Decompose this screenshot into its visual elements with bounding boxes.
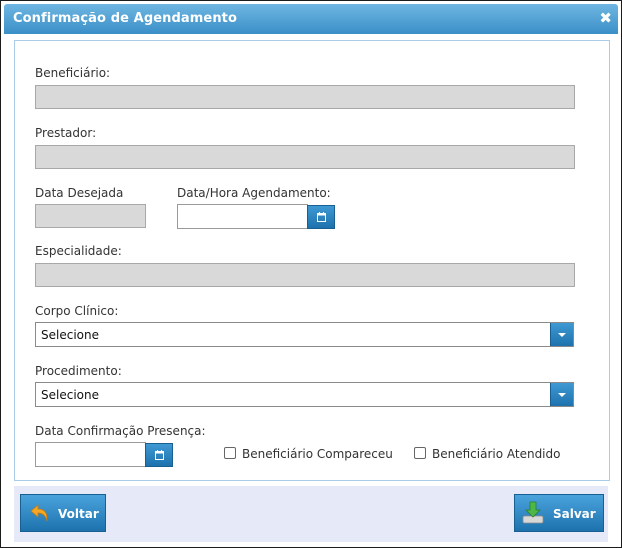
corpo-clinico-value: Selecione xyxy=(41,328,99,342)
corpo-clinico-label: Corpo Clínico: xyxy=(35,304,119,318)
beneficiario-field xyxy=(35,85,575,109)
chevron-down-icon[interactable] xyxy=(550,323,573,346)
confirmation-dialog: Confirmação de Agendamento ✖ Beneficiári… xyxy=(0,0,622,548)
salvar-button[interactable]: Salvar xyxy=(514,494,604,532)
data-hora-input[interactable] xyxy=(177,204,308,229)
data-hora-calendar-button[interactable] xyxy=(307,205,335,229)
data-confirmacao-label: Data Confirmação Presença: xyxy=(35,424,206,438)
voltar-button[interactable]: Voltar xyxy=(20,494,106,532)
compareceu-checkbox[interactable] xyxy=(224,447,236,459)
voltar-label: Voltar xyxy=(58,507,99,521)
close-icon[interactable]: ✖ xyxy=(599,9,612,27)
procedimento-label: Procedimento: xyxy=(35,364,122,378)
save-download-icon xyxy=(522,501,544,524)
corpo-clinico-select[interactable]: Selecione xyxy=(35,322,574,347)
data-hora-label: Data/Hora Agendamento: xyxy=(177,186,331,200)
prestador-label: Prestador: xyxy=(35,126,97,140)
calendar-icon xyxy=(155,450,164,460)
dialog-titlebar: Confirmação de Agendamento ✖ xyxy=(4,4,618,34)
compareceu-label: Beneficiário Compareceu xyxy=(242,447,393,461)
chevron-down-icon[interactable] xyxy=(550,383,573,406)
salvar-label: Salvar xyxy=(553,507,596,521)
atendido-checkbox[interactable] xyxy=(414,447,426,459)
back-arrow-icon xyxy=(30,504,48,522)
procedimento-select[interactable]: Selecione xyxy=(35,382,574,407)
dialog-title: Confirmação de Agendamento xyxy=(13,11,238,26)
calendar-icon xyxy=(317,212,326,222)
dialog-footer: Voltar Salvar xyxy=(14,486,608,542)
data-confirmacao-input[interactable] xyxy=(35,442,146,467)
data-desejada-field xyxy=(35,204,146,228)
beneficiario-label: Beneficiário: xyxy=(35,66,111,80)
atendido-label: Beneficiário Atendido xyxy=(432,447,561,461)
especialidade-field xyxy=(35,263,575,287)
procedimento-value: Selecione xyxy=(41,388,99,402)
especialidade-label: Especialidade: xyxy=(35,244,122,258)
data-confirmacao-calendar-button[interactable] xyxy=(145,443,173,467)
data-desejada-label: Data Desejada xyxy=(35,186,124,200)
prestador-field xyxy=(35,145,575,169)
